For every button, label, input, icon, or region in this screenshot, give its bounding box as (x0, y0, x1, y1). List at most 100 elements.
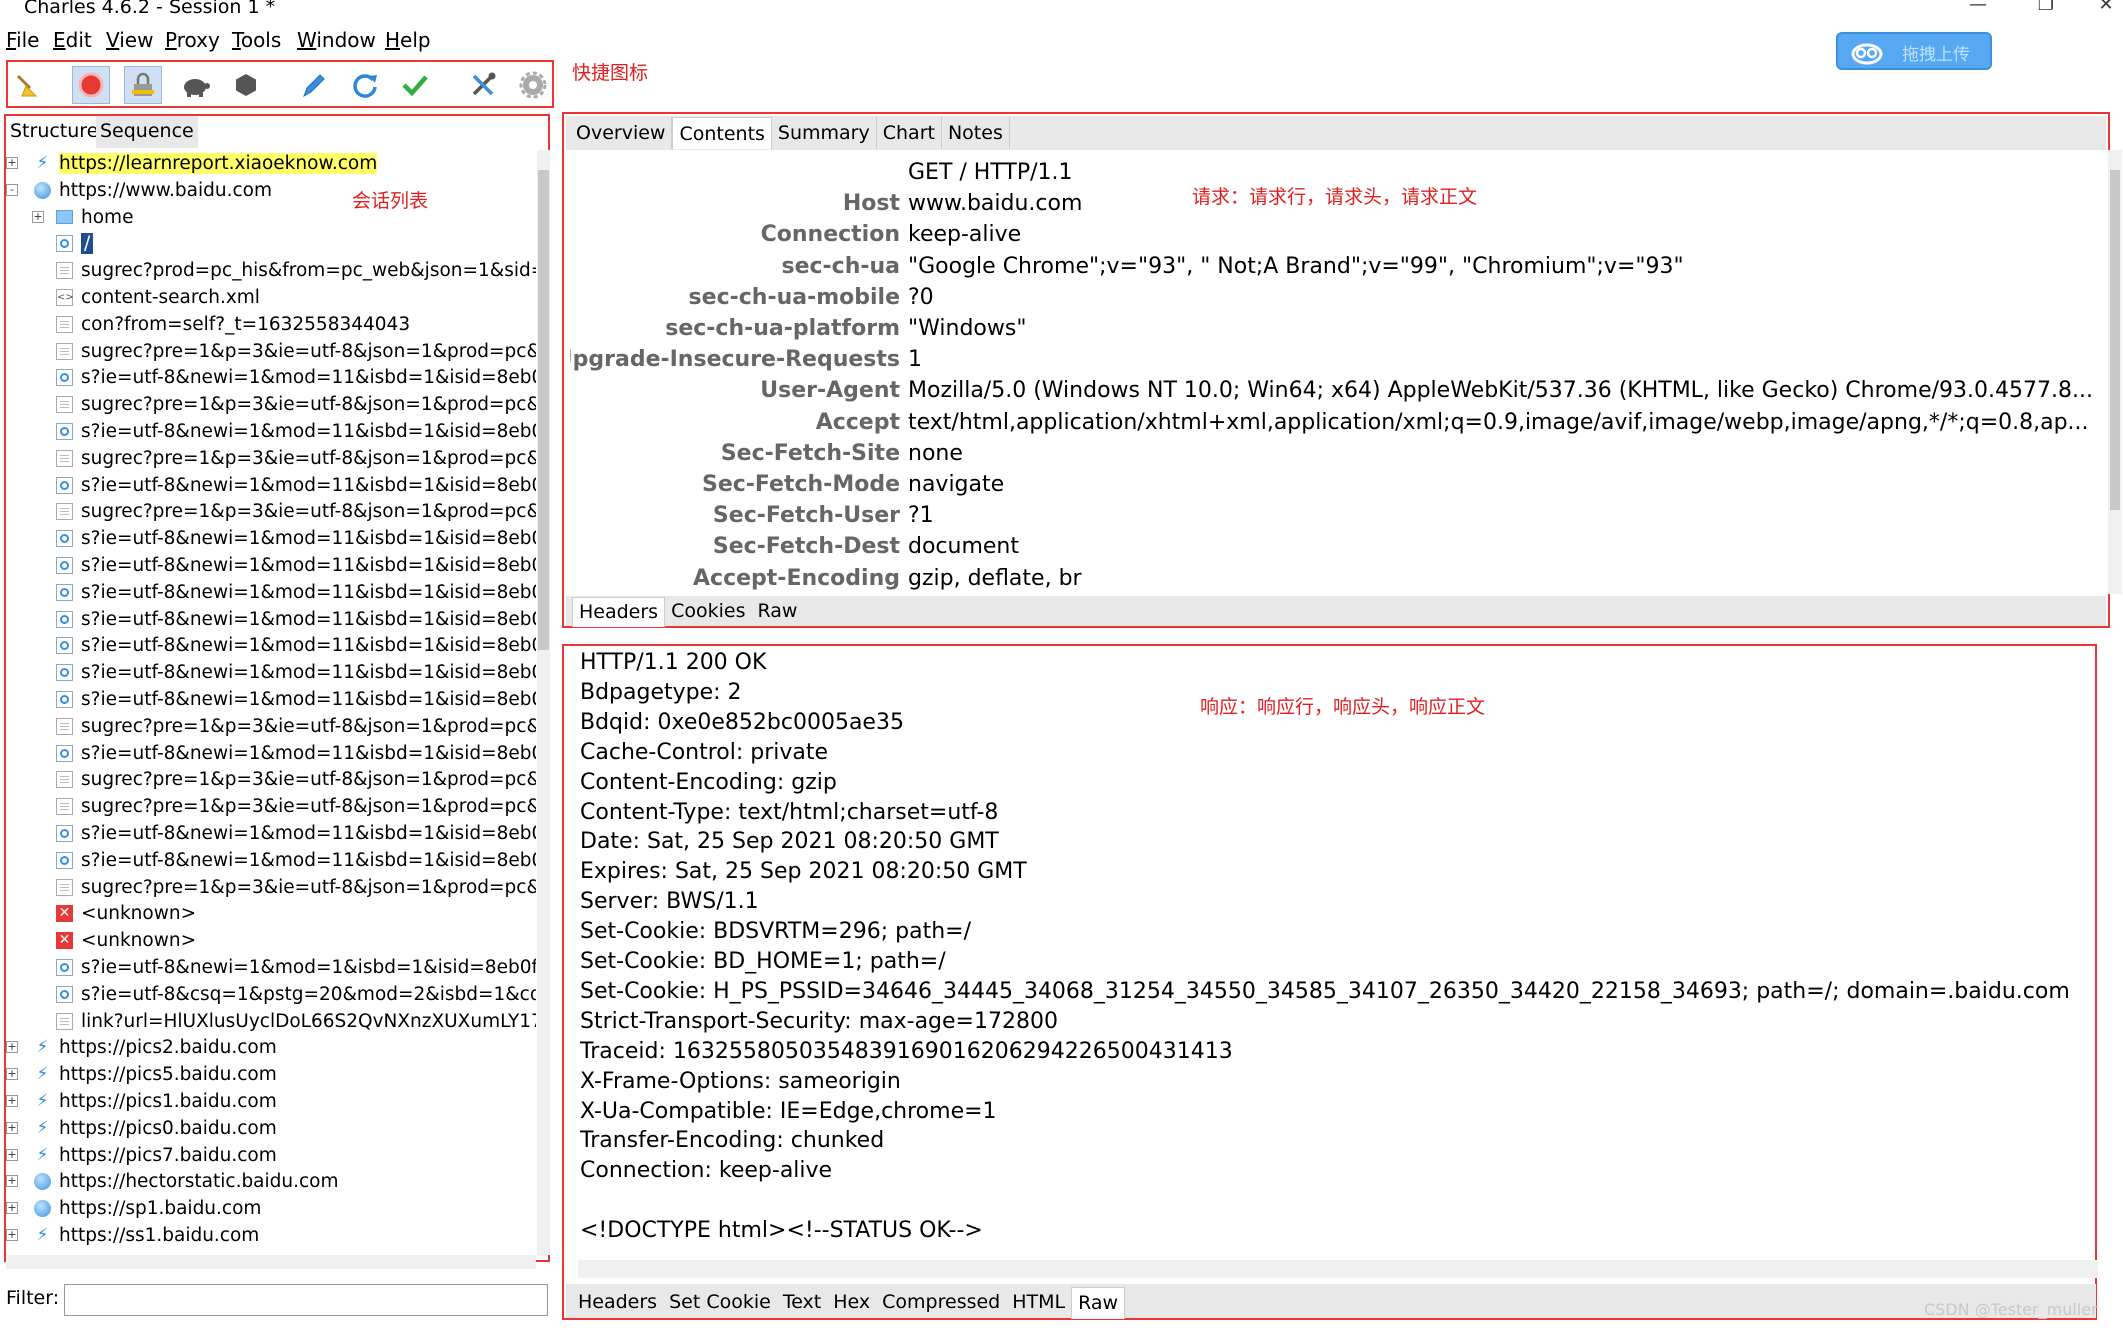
bolt-icon: ⚡ (36, 1064, 49, 1085)
header-key: User-Agent (760, 378, 900, 404)
expand-toggle-icon[interactable]: + (6, 1095, 18, 1107)
list-item[interactable]: s?ie=utf-8&newi=1&mod=11&isbd=1&isid=8eb… (56, 552, 536, 579)
node-label: s?ie=utf-8&newi=1&mod=11&isbd=1&isid=8eb… (81, 689, 536, 710)
tab-headers[interactable]: Headers (572, 1287, 663, 1319)
host-node[interactable]: + https://hectorstatic.baidu.com (6, 1168, 339, 1195)
expand-toggle-icon[interactable]: + (6, 157, 18, 169)
web-page-icon (56, 744, 73, 762)
list-item[interactable]: s?ie=utf-8&newi=1&mod=11&isbd=1&isid=8eb… (56, 606, 536, 633)
node-label: s?ie=utf-8&newi=1&mod=11&isbd=1&isid=8eb… (81, 555, 536, 576)
list-item[interactable]: ✕ <unknown> (56, 927, 196, 954)
expand-toggle-icon[interactable]: + (6, 1068, 18, 1081)
tab-set-cookie[interactable]: Set Cookie (663, 1287, 777, 1319)
menu-tools[interactable]: Tools (232, 28, 281, 52)
list-item[interactable]: s?ie=utf-8&newi=1&mod=11&isbd=1&isid=8eb… (56, 525, 536, 552)
list-item[interactable]: s?ie=utf-8&newi=1&mod=11&isbd=1&isid=8eb… (56, 847, 536, 874)
list-item[interactable]: sugrec?pre=1&p=3&ie=utf-8&json=1&prod=pc… (56, 713, 536, 740)
menu-file[interactable]: File (6, 28, 39, 52)
list-item[interactable]: sugrec?pre=1&p=3&ie=utf-8&json=1&prod=pc… (56, 338, 536, 365)
tab-headers[interactable]: Headers (572, 597, 666, 627)
host-node[interactable]: + ⚡ https://pics1.baidu.com (6, 1088, 277, 1115)
tab-raw[interactable]: Raw (1071, 1287, 1126, 1319)
list-item[interactable]: <> content-search.xml (56, 284, 260, 311)
list-item[interactable]: s?ie=utf-8&newi=1&mod=11&isbd=1&isid=8eb… (56, 686, 536, 713)
host-node[interactable]: + https://sp1.baidu.com (6, 1195, 261, 1222)
list-item[interactable]: s?ie=utf-8&newi=1&mod=11&isbd=1&isid=8eb… (56, 472, 536, 499)
request-scroll-thumb[interactable] (2110, 170, 2120, 510)
web-page-icon (56, 851, 73, 869)
checkmark-icon[interactable] (396, 66, 434, 104)
list-item[interactable]: s?ie=utf-8&newi=1&mod=11&isbd=1&isid=8eb… (56, 659, 536, 686)
list-item[interactable]: s?ie=utf-8&newi=1&mod=11&isbd=1&isid=8eb… (56, 820, 536, 847)
list-item[interactable]: sugrec?pre=1&p=3&ie=utf-8&json=1&prod=pc… (56, 391, 536, 418)
tree-horizontal-scrollbar[interactable] (6, 1255, 536, 1269)
tab-raw[interactable]: Raw (751, 597, 803, 627)
tab-text[interactable]: Text (777, 1287, 827, 1319)
list-item[interactable]: s?ie=utf-8&newi=1&mod=1&isbd=1&isid=8eb0… (56, 954, 536, 981)
minimize-icon[interactable]: — (1958, 0, 1998, 15)
list-item[interactable]: sugrec?pre=1&p=3&ie=utf-8&json=1&prod=pc… (56, 766, 536, 793)
menu-edit[interactable]: Edit (53, 28, 92, 52)
list-item[interactable]: sugrec?pre=1&p=3&ie=utf-8&json=1&prod=pc… (56, 445, 536, 472)
pen-icon[interactable] (294, 66, 332, 104)
response-line: Server: BWS/1.1 (580, 889, 759, 915)
filter-input[interactable] (64, 1284, 548, 1316)
close-icon[interactable]: ✕ (2086, 0, 2123, 15)
response-line: Cache-Control: private (580, 739, 829, 765)
turtle-icon[interactable] (176, 66, 214, 104)
ssl-lock-icon[interactable] (124, 66, 162, 104)
tab-sequence[interactable]: Sequence (96, 116, 198, 148)
gear-icon[interactable] (514, 66, 552, 104)
expand-toggle-icon[interactable]: + (6, 1202, 18, 1215)
record-icon[interactable] (72, 66, 110, 104)
host-node[interactable]: + ⚡ https://pics0.baidu.com (6, 1115, 277, 1142)
list-item[interactable]: s?ie=utf-8&newi=1&mod=11&isbd=1&isid=8eb… (56, 364, 536, 391)
upload-button[interactable]: 拖拽上传 (1836, 32, 1992, 70)
menu-window[interactable]: Window (297, 28, 376, 52)
list-item[interactable]: sugrec?pre=1&p=3&ie=utf-8&json=1&prod=pc… (56, 874, 536, 901)
list-item[interactable]: / (56, 230, 94, 257)
list-item[interactable]: ✕ <unknown> (56, 900, 196, 927)
tab-hex[interactable]: Hex (827, 1287, 876, 1319)
menu-view[interactable]: View (106, 28, 153, 52)
list-item[interactable]: sugrec?pre=1&p=3&ie=utf-8&json=1&prod=pc… (56, 793, 536, 820)
tab-html[interactable]: HTML (1006, 1287, 1071, 1319)
hexagon-stop-icon[interactable] (227, 66, 265, 104)
list-item[interactable]: s?ie=utf-8&newi=1&mod=11&isbd=1&isid=8eb… (56, 740, 536, 767)
expand-toggle-icon[interactable]: + (6, 1041, 18, 1054)
list-item[interactable]: sugrec?pre=1&p=3&ie=utf-8&json=1&prod=pc… (56, 498, 536, 525)
list-item[interactable]: s?ie=utf-8&newi=1&mod=11&isbd=1&isid=8eb… (56, 579, 536, 606)
expand-toggle-icon[interactable]: + (6, 1175, 18, 1188)
expand-toggle-icon[interactable]: + (6, 1229, 18, 1241)
expand-toggle-icon[interactable]: - (6, 183, 18, 196)
list-item[interactable]: link?url=HlUXlusUyclDoL66S2QvNXnzXUXumLY… (56, 1008, 536, 1035)
tab-cookies[interactable]: Cookies (665, 597, 751, 627)
list-item[interactable]: con?from=self?_t=1632558344043 (56, 311, 410, 338)
list-item[interactable]: s?ie=utf-8&newi=1&mod=11&isbd=1&isid=8eb… (56, 418, 536, 445)
list-item[interactable]: s?ie=utf-8&csq=1&pstg=20&mod=2&isbd=1&cq… (56, 981, 536, 1008)
tab-compressed[interactable]: Compressed (876, 1287, 1006, 1319)
bolt-icon: ⚡ (36, 1091, 49, 1111)
list-item[interactable]: sugrec?prod=pc_his&from=pc_web&json=1&si… (56, 257, 536, 284)
host-node[interactable]: + ⚡ https://pics7.baidu.com (6, 1142, 277, 1169)
list-item[interactable]: s?ie=utf-8&newi=1&mod=11&isbd=1&isid=8eb… (56, 632, 536, 659)
host-node[interactable]: + ⚡ https://ss1.baidu.com (6, 1222, 259, 1249)
menu-help[interactable]: Help (385, 28, 431, 52)
broom-icon[interactable] (8, 66, 46, 104)
tab-structure[interactable]: Structure (6, 116, 104, 148)
host-node[interactable]: + ⚡ https://pics2.baidu.com (6, 1034, 277, 1061)
refresh-icon[interactable] (346, 66, 384, 104)
host-node[interactable]: + ⚡ https://learnreport.xiaoeknow.com (6, 150, 378, 177)
restore-icon[interactable]: ❐ (2026, 0, 2066, 15)
tools-icon[interactable] (464, 66, 502, 104)
list-item[interactable]: + home (32, 204, 133, 231)
menu-proxy[interactable]: Proxy (165, 28, 220, 52)
host-node[interactable]: + ⚡ https://pics5.baidu.com (6, 1061, 277, 1088)
tree-scroll-thumb[interactable] (538, 170, 549, 650)
header-key: sec-ch-ua-mobile (688, 284, 900, 310)
host-node[interactable]: - https://www.baidu.com (6, 177, 272, 204)
expand-toggle-icon[interactable]: + (6, 1121, 18, 1134)
expand-toggle-icon[interactable]: + (32, 210, 44, 223)
expand-toggle-icon[interactable]: + (6, 1148, 18, 1161)
response-horizontal-scrollbar[interactable] (578, 1260, 2098, 1278)
